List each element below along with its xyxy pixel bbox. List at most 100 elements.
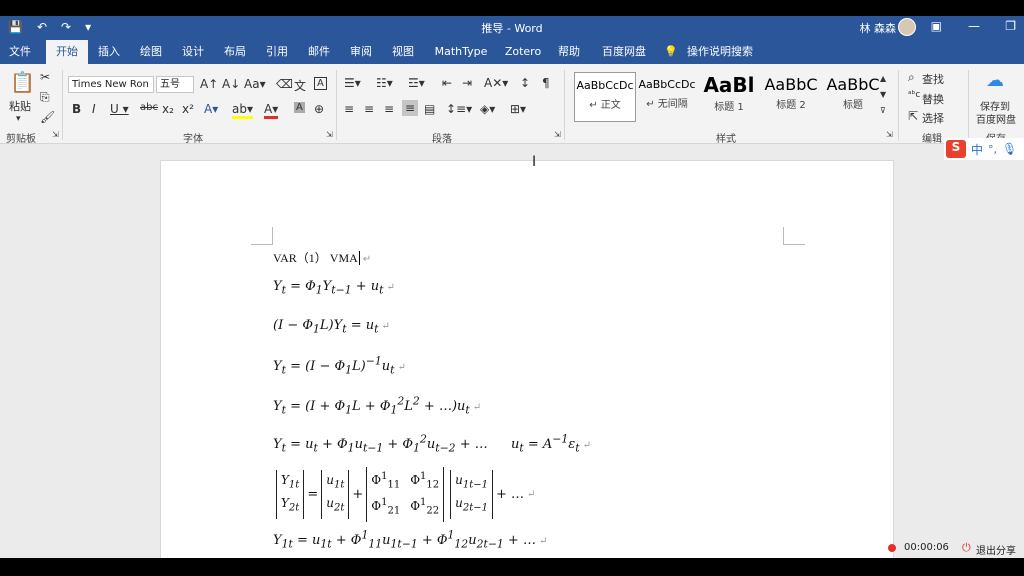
strikethrough-icon[interactable]: abc (140, 102, 158, 113)
clear-formatting-icon[interactable]: ⌫ (276, 77, 293, 91)
exit-share-button[interactable]: 退出分享 (976, 542, 1016, 557)
tab-help[interactable]: 帮助 (552, 40, 586, 64)
phonetic-guide-icon[interactable]: 文 (294, 77, 306, 94)
group-divider (898, 70, 899, 140)
tab-baidu-netdisk[interactable]: 百度网盘 (596, 40, 652, 64)
font-launcher-icon[interactable]: ⇲ (326, 130, 333, 139)
paragraph-group-label: 段落 (432, 134, 452, 145)
equation-2: (I − Φ1L)Yt = ut ↵ (273, 318, 390, 336)
styles-scroll-up-icon[interactable]: ▲ (880, 74, 886, 83)
grow-font-icon[interactable]: A↑ (200, 77, 218, 91)
equation-1: Yt = Φ1Yt−1 + ut ↵ (273, 279, 395, 297)
lightbulb-icon: 💡 (664, 45, 678, 58)
text-effects-icon[interactable]: A▾ (204, 102, 218, 116)
change-case-icon[interactable]: Aa▾ (244, 77, 266, 91)
find-button[interactable]: 查找 (922, 71, 944, 87)
multilevel-list-icon[interactable]: ☲▾ (408, 76, 425, 90)
tab-view[interactable]: 视图 (386, 40, 420, 64)
borders-icon[interactable]: ⊞▾ (510, 102, 526, 116)
ribbon-tabs: 文件 开始 插入 绘图 设计 布局 引用 邮件 审阅 视图 MathType Z… (0, 40, 1024, 64)
ribbon-display-icon[interactable]: ▣ (931, 19, 942, 33)
microphone-icon[interactable]: 🎙 (1002, 142, 1017, 156)
record-dot-icon (888, 544, 896, 552)
group-divider (62, 70, 63, 140)
baidu-netdisk-icon[interactable]: ☁ (986, 70, 1004, 91)
font-size-combo[interactable]: 五号 (156, 76, 194, 93)
paste-button[interactable]: 粘贴 (9, 98, 31, 114)
underline-icon[interactable]: U ▾ (110, 102, 129, 116)
copy-icon[interactable]: ⎘ (40, 90, 50, 105)
shading-icon[interactable]: ◈▾ (480, 102, 495, 116)
highlight-color-icon[interactable]: ab▾ (232, 102, 253, 119)
italic-icon[interactable]: I (92, 102, 96, 116)
align-left-icon[interactable]: ≡ (344, 102, 354, 116)
equation-text: (I − Φ1L)Yt = ut (273, 318, 379, 336)
margin-mark (783, 227, 805, 245)
enclosed-char-icon[interactable]: ⊕ (314, 102, 324, 116)
distributed-icon[interactable]: ▤ (424, 102, 435, 116)
style-title[interactable]: AaBbC 标题 (822, 72, 884, 122)
chinese-layout-icon[interactable]: A✕▾ (484, 76, 508, 90)
minimize-icon[interactable]: — (968, 19, 980, 33)
replace-button[interactable]: 替换 (922, 91, 944, 107)
avatar[interactable] (898, 18, 916, 36)
tab-file[interactable]: 文件 (0, 40, 40, 64)
tab-references[interactable]: 引用 (260, 40, 294, 64)
tab-review[interactable]: 审阅 (344, 40, 378, 64)
char-shading-icon[interactable]: A (294, 102, 305, 113)
numbering-icon[interactable]: ☷▾ (376, 76, 393, 90)
paste-dropdown-icon[interactable]: ▾ (16, 114, 21, 124)
paste-icon[interactable]: 📋 (10, 70, 35, 94)
style-heading-1[interactable]: AaBl 标题 1 (698, 72, 760, 122)
format-painter-icon[interactable]: 🖌 (40, 110, 55, 124)
tell-me-search[interactable]: 操作说明搜索 (684, 40, 756, 64)
tab-layout[interactable]: 布局 (218, 40, 252, 64)
cut-icon[interactable]: ✂ (40, 70, 50, 84)
tab-draw[interactable]: 绘图 (134, 40, 168, 64)
tab-mathtype[interactable]: MathType (430, 40, 492, 64)
align-center-icon[interactable]: ≡ (364, 102, 374, 116)
document-page[interactable]: VAR（1） VMA ↵ Yt = Φ1Yt−1 + ut ↵ (I − Φ1L)Y… (160, 160, 894, 560)
tab-insert[interactable]: 插入 (92, 40, 126, 64)
exit-share-icon[interactable]: ⏻ (962, 541, 971, 555)
decrease-indent-icon[interactable]: ⇤ (442, 76, 452, 90)
bold-icon[interactable]: B (72, 102, 81, 116)
font-color-icon[interactable]: A▾ (264, 102, 279, 119)
tab-design[interactable]: 设计 (176, 40, 210, 64)
style-heading-2[interactable]: AaBbC 标题 2 (760, 72, 822, 122)
select-icon[interactable]: ⇱ (908, 109, 918, 123)
screen-top-bar (0, 0, 1024, 16)
style-no-spacing[interactable]: AaBbCcDc ↵ 无间隔 (636, 72, 698, 122)
ime-chinese-toggle[interactable]: 中 (971, 141, 983, 158)
user-name[interactable]: 林 森森 (860, 20, 897, 36)
restore-icon[interactable]: ❐ (1005, 19, 1016, 33)
shrink-font-icon[interactable]: A↓ (222, 77, 240, 91)
font-name-combo[interactable]: Times New Ron (68, 76, 154, 93)
styles-scroll-down-icon[interactable]: ▼ (880, 90, 886, 99)
tab-mailings[interactable]: 邮件 (302, 40, 336, 64)
styles-more-icon[interactable]: ⊽ (880, 106, 886, 115)
sort-icon[interactable]: ↕ (520, 76, 530, 90)
replace-icon[interactable]: ᵃᵇc (908, 90, 920, 100)
superscript-icon[interactable]: x² (182, 102, 194, 116)
tab-zotero[interactable]: Zotero (500, 40, 546, 64)
style-normal[interactable]: AaBbCcDc ↵ 正文 (574, 72, 636, 122)
select-button[interactable]: 选择 (922, 110, 944, 126)
clipboard-launcher-icon[interactable]: ⇲ (52, 130, 59, 139)
show-marks-icon[interactable]: ¶ (542, 76, 550, 90)
align-right-icon[interactable]: ≡ (384, 102, 394, 116)
subscript-icon[interactable]: x₂ (162, 102, 174, 116)
tab-home[interactable]: 开始 (46, 40, 88, 64)
paragraph-launcher-icon[interactable]: ⇲ (554, 130, 561, 139)
styles-launcher-icon[interactable]: ⇲ (886, 130, 893, 139)
matrix-u-lag: u1t−1 u2t−1 (450, 470, 494, 519)
sogou-logo-icon[interactable]: S (946, 140, 966, 158)
ime-punct-toggle[interactable]: °, (988, 143, 997, 156)
line-spacing-icon[interactable]: ↕≡▾ (446, 102, 472, 116)
equation-text: Yt = ut + Φ1ut−1 + Φ12ut−2 + … (273, 433, 488, 455)
increase-indent-icon[interactable]: ⇥ (462, 76, 472, 90)
find-icon[interactable]: ⌕ (908, 70, 915, 85)
char-border-icon[interactable]: A (314, 77, 327, 90)
justify-icon[interactable]: ≡ (402, 100, 419, 116)
bullets-icon[interactable]: ☰▾ (344, 76, 361, 90)
